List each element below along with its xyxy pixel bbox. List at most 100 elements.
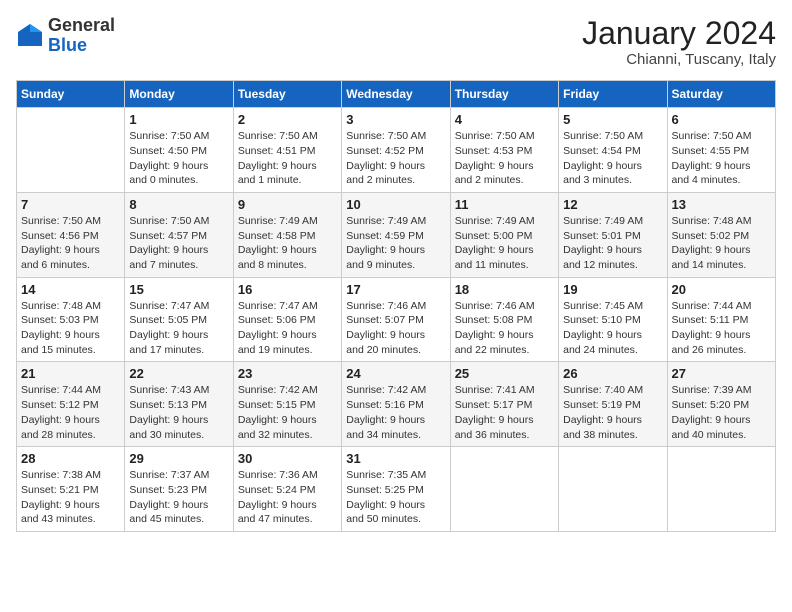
day-number: 1 (129, 112, 228, 127)
calendar-cell (667, 447, 775, 532)
day-info: Sunrise: 7:49 AM Sunset: 4:58 PM Dayligh… (238, 214, 337, 273)
weekday-header-friday: Friday (559, 81, 667, 108)
day-info: Sunrise: 7:47 AM Sunset: 5:05 PM Dayligh… (129, 299, 228, 358)
logo: General Blue (16, 16, 115, 56)
calendar-cell: 28 Sunrise: 7:38 AM Sunset: 5:21 PM Dayli… (17, 447, 125, 532)
day-number: 20 (672, 282, 771, 297)
day-info: Sunrise: 7:42 AM Sunset: 5:15 PM Dayligh… (238, 383, 337, 442)
calendar-cell: 16Sunrise: 7:47 AM Sunset: 5:06 PM Dayli… (233, 277, 341, 362)
calendar-week-4: 21 Sunrise: 7:44 AM Sunset: 5:12 PM Dayli… (17, 362, 776, 447)
calendar-header: SundayMondayTuesdayWednesdayThursdayFrid… (17, 81, 776, 108)
calendar-cell: 23Sunrise: 7:42 AM Sunset: 5:15 PM Dayli… (233, 362, 341, 447)
day-info: Sunrise: 7:50 AM Sunset: 4:55 PM Dayligh… (672, 129, 771, 188)
day-info: Sunrise: 7:37 AM Sunset: 5:23 PM Dayligh… (129, 468, 228, 527)
day-number: 24 (346, 366, 445, 381)
calendar-cell: 1Sunrise: 7:50 AM Sunset: 4:50 PM Daylig… (125, 108, 233, 193)
calendar-cell: 30 Sunrise: 7:36 AM Sunset: 5:24 PM Dayli… (233, 447, 341, 532)
calendar-cell: 19 Sunrise: 7:45 AM Sunset: 5:10 PM Dayli… (559, 277, 667, 362)
day-info: Sunrise: 7:43 AM Sunset: 5:13 PM Dayligh… (129, 383, 228, 442)
day-info: Sunrise: 7:44 AM Sunset: 5:12 PM Dayligh… (21, 383, 120, 442)
calendar-cell: 10 Sunrise: 7:49 AM Sunset: 4:59 PM Dayli… (342, 192, 450, 277)
day-info: Sunrise: 7:49 AM Sunset: 5:00 PM Dayligh… (455, 214, 554, 273)
calendar-cell: 27 Sunrise: 7:39 AM Sunset: 5:20 PM Dayli… (667, 362, 775, 447)
calendar-cell: 14Sunrise: 7:48 AM Sunset: 5:03 PM Dayli… (17, 277, 125, 362)
day-info: Sunrise: 7:42 AM Sunset: 5:16 PM Dayligh… (346, 383, 445, 442)
day-info: Sunrise: 7:36 AM Sunset: 5:24 PM Dayligh… (238, 468, 337, 527)
day-info: Sunrise: 7:48 AM Sunset: 5:03 PM Dayligh… (21, 299, 120, 358)
day-number: 22 (129, 366, 228, 381)
calendar-cell: 5 Sunrise: 7:50 AM Sunset: 4:54 PM Daylig… (559, 108, 667, 193)
day-number: 15 (129, 282, 228, 297)
calendar-cell: 25 Sunrise: 7:41 AM Sunset: 5:17 PM Dayli… (450, 362, 558, 447)
day-info: Sunrise: 7:44 AM Sunset: 5:11 PM Dayligh… (672, 299, 771, 358)
weekday-header-saturday: Saturday (667, 81, 775, 108)
day-info: Sunrise: 7:41 AM Sunset: 5:17 PM Dayligh… (455, 383, 554, 442)
calendar-cell: 8 Sunrise: 7:50 AM Sunset: 4:57 PM Daylig… (125, 192, 233, 277)
calendar-cell: 26Sunrise: 7:40 AM Sunset: 5:19 PM Dayli… (559, 362, 667, 447)
day-number: 21 (21, 366, 120, 381)
day-info: Sunrise: 7:46 AM Sunset: 5:08 PM Dayligh… (455, 299, 554, 358)
weekday-header-monday: Monday (125, 81, 233, 108)
calendar-week-3: 14Sunrise: 7:48 AM Sunset: 5:03 PM Dayli… (17, 277, 776, 362)
calendar-cell: 9Sunrise: 7:49 AM Sunset: 4:58 PM Daylig… (233, 192, 341, 277)
day-number: 17 (346, 282, 445, 297)
weekday-header-sunday: Sunday (17, 81, 125, 108)
calendar-cell: 12Sunrise: 7:49 AM Sunset: 5:01 PM Dayli… (559, 192, 667, 277)
day-number: 25 (455, 366, 554, 381)
day-info: Sunrise: 7:45 AM Sunset: 5:10 PM Dayligh… (563, 299, 662, 358)
calendar-week-1: 1Sunrise: 7:50 AM Sunset: 4:50 PM Daylig… (17, 108, 776, 193)
day-number: 5 (563, 112, 662, 127)
calendar-week-5: 28 Sunrise: 7:38 AM Sunset: 5:21 PM Dayli… (17, 447, 776, 532)
logo-icon (16, 22, 44, 50)
day-info: Sunrise: 7:50 AM Sunset: 4:53 PM Dayligh… (455, 129, 554, 188)
day-number: 16 (238, 282, 337, 297)
day-number: 30 (238, 451, 337, 466)
day-info: Sunrise: 7:50 AM Sunset: 4:56 PM Dayligh… (21, 214, 120, 273)
calendar-cell: 29Sunrise: 7:37 AM Sunset: 5:23 PM Dayli… (125, 447, 233, 532)
day-info: Sunrise: 7:46 AM Sunset: 5:07 PM Dayligh… (346, 299, 445, 358)
day-number: 12 (563, 197, 662, 212)
day-number: 6 (672, 112, 771, 127)
calendar-cell: 18 Sunrise: 7:46 AM Sunset: 5:08 PM Dayli… (450, 277, 558, 362)
day-number: 18 (455, 282, 554, 297)
weekday-header-tuesday: Tuesday (233, 81, 341, 108)
day-number: 3 (346, 112, 445, 127)
day-info: Sunrise: 7:50 AM Sunset: 4:57 PM Dayligh… (129, 214, 228, 273)
calendar-cell: 6 Sunrise: 7:50 AM Sunset: 4:55 PM Daylig… (667, 108, 775, 193)
day-number: 7 (21, 197, 120, 212)
day-info: Sunrise: 7:38 AM Sunset: 5:21 PM Dayligh… (21, 468, 120, 527)
calendar-week-2: 7 Sunrise: 7:50 AM Sunset: 4:56 PM Daylig… (17, 192, 776, 277)
month-title: January 2024 (582, 16, 776, 51)
day-info: Sunrise: 7:48 AM Sunset: 5:02 PM Dayligh… (672, 214, 771, 273)
day-number: 27 (672, 366, 771, 381)
calendar-cell: 2 Sunrise: 7:50 AM Sunset: 4:51 PM Daylig… (233, 108, 341, 193)
calendar-cell: 15 Sunrise: 7:47 AM Sunset: 5:05 PM Dayli… (125, 277, 233, 362)
calendar-cell: 7 Sunrise: 7:50 AM Sunset: 4:56 PM Daylig… (17, 192, 125, 277)
weekday-row: SundayMondayTuesdayWednesdayThursdayFrid… (17, 81, 776, 108)
calendar-cell: 13Sunrise: 7:48 AM Sunset: 5:02 PM Dayli… (667, 192, 775, 277)
calendar-cell: 24 Sunrise: 7:42 AM Sunset: 5:16 PM Dayli… (342, 362, 450, 447)
day-number: 11 (455, 197, 554, 212)
day-info: Sunrise: 7:50 AM Sunset: 4:52 PM Dayligh… (346, 129, 445, 188)
logo-general-text: General (48, 15, 115, 35)
day-info: Sunrise: 7:39 AM Sunset: 5:20 PM Dayligh… (672, 383, 771, 442)
day-number: 2 (238, 112, 337, 127)
calendar-cell: 21 Sunrise: 7:44 AM Sunset: 5:12 PM Dayli… (17, 362, 125, 447)
day-info: Sunrise: 7:40 AM Sunset: 5:19 PM Dayligh… (563, 383, 662, 442)
calendar-cell: 31Sunrise: 7:35 AM Sunset: 5:25 PM Dayli… (342, 447, 450, 532)
calendar-cell (17, 108, 125, 193)
calendar-cell (559, 447, 667, 532)
day-info: Sunrise: 7:49 AM Sunset: 4:59 PM Dayligh… (346, 214, 445, 273)
day-info: Sunrise: 7:50 AM Sunset: 4:54 PM Dayligh… (563, 129, 662, 188)
title-block: January 2024 Chianni, Tuscany, Italy (582, 16, 776, 68)
day-number: 8 (129, 197, 228, 212)
weekday-header-wednesday: Wednesday (342, 81, 450, 108)
day-number: 10 (346, 197, 445, 212)
day-info: Sunrise: 7:35 AM Sunset: 5:25 PM Dayligh… (346, 468, 445, 527)
day-number: 19 (563, 282, 662, 297)
calendar-table: SundayMondayTuesdayWednesdayThursdayFrid… (16, 80, 776, 532)
calendar-cell: 20 Sunrise: 7:44 AM Sunset: 5:11 PM Dayli… (667, 277, 775, 362)
calendar-cell: 22 Sunrise: 7:43 AM Sunset: 5:13 PM Dayli… (125, 362, 233, 447)
day-number: 28 (21, 451, 120, 466)
day-info: Sunrise: 7:50 AM Sunset: 4:51 PM Dayligh… (238, 129, 337, 188)
